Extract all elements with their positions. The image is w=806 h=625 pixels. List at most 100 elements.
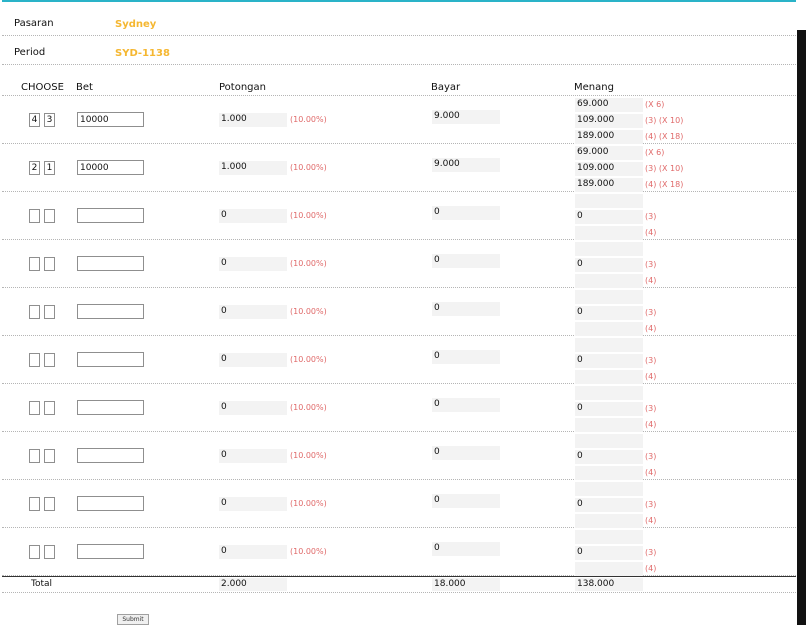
digit-box-1[interactable] [29,497,40,511]
bayar-field: 0 [432,350,500,364]
menang-amount: 0 [575,210,643,224]
header-menang: Menang [574,82,614,93]
digit-box-2[interactable] [44,401,55,415]
menang-amount [575,386,643,400]
menang-amount [575,194,643,208]
digit-box-2[interactable] [44,545,55,559]
menang-multiplier: (3) [645,308,657,317]
potongan-percent: (10.00%) [290,163,327,172]
bet-input[interactable] [77,160,144,175]
table-header: CHOOSE Bet Potongan Bayar Menang [2,80,796,96]
potongan-percent: (10.00%) [290,307,327,316]
digit-box-1[interactable] [29,401,40,415]
menang-multiplier: (3) [645,212,657,221]
menang-amount [575,466,643,480]
menang-amount: 69.000 [575,146,643,160]
potongan-percent: (10.00%) [290,451,327,460]
menang-amount: 189.000 [575,178,643,192]
header-bayar: Bayar [431,82,461,93]
potongan-percent: (10.00%) [290,403,327,412]
digit-box-2[interactable]: 1 [44,161,55,175]
period-value: SYD-1138 [115,48,170,59]
digit-box-2[interactable] [44,449,55,463]
menang-multiplier: (3) [645,548,657,557]
potongan-percent: (10.00%) [290,211,327,220]
period-row: Period SYD-1138 [2,36,796,65]
digit-box-2[interactable] [44,353,55,367]
table-row: 0 (10.00%) 0 0 (3) (4) [2,192,796,240]
bet-input[interactable] [77,448,144,463]
bet-input[interactable] [77,208,144,223]
bet-input[interactable] [77,400,144,415]
menang-amount: 0 [575,354,643,368]
digit-box-1[interactable]: 4 [29,113,40,127]
menang-multiplier: (X 6) [645,100,665,109]
potongan-percent: (10.00%) [290,355,327,364]
header-choose: CHOOSE [21,82,64,93]
digit-box-1[interactable]: 2 [29,161,40,175]
digit-box-1[interactable] [29,257,40,271]
total-label: Total [31,579,53,589]
potongan-percent: (10.00%) [290,547,327,556]
menang-multiplier: (4) [645,324,657,333]
menang-amount [575,322,643,336]
digit-box-2[interactable] [44,305,55,319]
bet-input[interactable] [77,112,144,127]
bet-input[interactable] [77,496,144,511]
menang-multiplier: (3) (X 10) [645,164,684,173]
potongan-field: 0 [219,497,287,511]
menang-multiplier: (3) [645,452,657,461]
menang-amount: 0 [575,258,643,272]
digit-box-1[interactable] [29,353,40,367]
potongan-field: 1.000 [219,161,287,175]
period-label: Period [14,47,46,58]
menang-multiplier: (4) (X 18) [645,180,684,189]
table-row: 0 (10.00%) 0 0 (3) (4) [2,384,796,432]
header-potongan: Potongan [219,82,266,93]
menang-amount: 0 [575,402,643,416]
menang-multiplier: (3) [645,356,657,365]
menang-amount: 109.000 [575,114,643,128]
potongan-field: 0 [219,257,287,271]
menang-multiplier: (4) [645,228,657,237]
digit-box-1[interactable] [29,449,40,463]
digit-box-1[interactable] [29,209,40,223]
bayar-field: 0 [432,254,500,268]
total-menang: 138.000 [575,578,643,591]
menang-amount [575,274,643,288]
table-row: 0 (10.00%) 0 0 (3) (4) [2,480,796,528]
digit-box-2[interactable]: 3 [44,113,55,127]
potongan-field: 0 [219,545,287,559]
header-bet: Bet [76,82,93,93]
menang-amount [575,338,643,352]
menang-amount [575,562,643,576]
bayar-field: 0 [432,542,500,556]
bayar-field: 0 [432,446,500,460]
bayar-field: 0 [432,206,500,220]
bet-input[interactable] [77,256,144,271]
bet-input[interactable] [77,544,144,559]
market-row: Pasaran Sydney [2,7,796,36]
menang-multiplier: (4) [645,516,657,525]
bayar-field: 0 [432,398,500,412]
menang-multiplier: (X 6) [645,148,665,157]
table-row: 0 (10.00%) 0 0 (3) (4) [2,240,796,288]
menang-multiplier: (3) [645,500,657,509]
digit-box-2[interactable] [44,257,55,271]
potongan-percent: (10.00%) [290,259,327,268]
submit-button[interactable]: Submit [117,614,149,625]
bet-input[interactable] [77,304,144,319]
menang-amount [575,370,643,384]
menang-multiplier: (4) [645,564,657,573]
bayar-field: 9.000 [432,158,500,172]
digit-box-2[interactable] [44,497,55,511]
digit-box-1[interactable] [29,545,40,559]
digit-box-2[interactable] [44,209,55,223]
menang-amount [575,514,643,528]
table-row: 43 1.000(10.00%) 9.000 69.000(X 6)109.000(3… [2,96,796,144]
potongan-field: 1.000 [219,113,287,127]
menang-amount [575,434,643,448]
bet-input[interactable] [77,352,144,367]
digit-box-1[interactable] [29,305,40,319]
menang-multiplier: (4) [645,468,657,477]
